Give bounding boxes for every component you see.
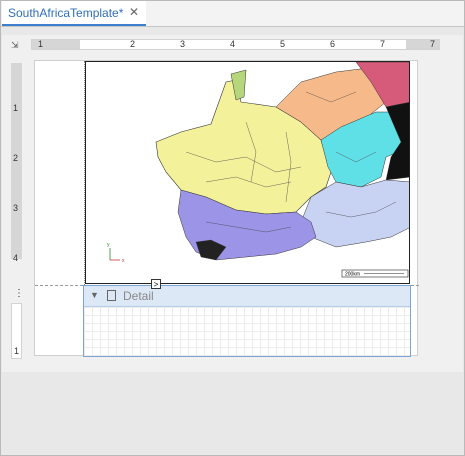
horizontal-ruler[interactable]: 2 3 4 5 6 7 1 7	[31, 39, 440, 50]
report-designer-window: SouthAfricaTemplate* ✕ ⇲ 2 3 4 5 6 7 1 7…	[0, 0, 465, 456]
tab-title: SouthAfricaTemplate*	[8, 6, 124, 20]
ruler-number: 4	[13, 253, 19, 263]
svg-text:y: y	[107, 242, 110, 248]
ruler-number: 7	[380, 39, 386, 49]
ruler-number: 1	[38, 39, 44, 49]
tab-southafricatemplate[interactable]: SouthAfricaTemplate* ✕	[2, 1, 146, 26]
band-icon	[107, 290, 116, 301]
band-splitter-handle[interactable]: ⋮	[14, 288, 24, 299]
collapse-arrow-icon[interactable]: ▼	[90, 290, 99, 300]
ruler-number: 7	[430, 39, 436, 49]
detail-band-label: Detail	[123, 289, 154, 303]
scale-bar: 200km	[341, 269, 409, 278]
scale-label: 200km	[345, 272, 360, 278]
design-surface[interactable]: ⇲ 2 3 4 5 6 7 1 7 1 2 3 4 ⋮ 1 y x 200km …	[2, 35, 463, 372]
svg-text:x: x	[122, 258, 125, 264]
report-page: y x 200km ▼ Detail	[34, 60, 419, 357]
document-tab-bar: SouthAfricaTemplate* ✕	[1, 1, 464, 27]
ruler-number: 3	[13, 203, 19, 213]
ruler-number: 4	[230, 39, 236, 49]
smart-tag-icon[interactable]: >	[151, 279, 161, 289]
ruler-number: 2	[130, 39, 136, 49]
ruler-number: 1	[13, 103, 19, 113]
detail-band[interactable]: ▼ Detail	[83, 285, 411, 357]
detail-band-header[interactable]: ▼ Detail	[84, 286, 410, 307]
ruler-number: 2	[13, 153, 19, 163]
map-graphic: y x 200km	[107, 62, 409, 278]
ruler-number: 3	[180, 39, 186, 49]
map-image[interactable]: y x 200km	[85, 61, 410, 284]
ruler-number: 6	[330, 39, 336, 49]
detail-band-grid[interactable]	[84, 307, 410, 356]
vertical-ruler[interactable]: 1 2 3 4	[11, 63, 22, 263]
ruler-number: 1	[14, 346, 20, 356]
axis-indicator: y x	[107, 242, 125, 264]
ruler-number: 5	[280, 39, 286, 49]
close-icon[interactable]: ✕	[129, 5, 139, 19]
ruler-corner-icon[interactable]: ⇲	[11, 40, 21, 50]
vertical-ruler-detail[interactable]: 1	[11, 303, 22, 359]
